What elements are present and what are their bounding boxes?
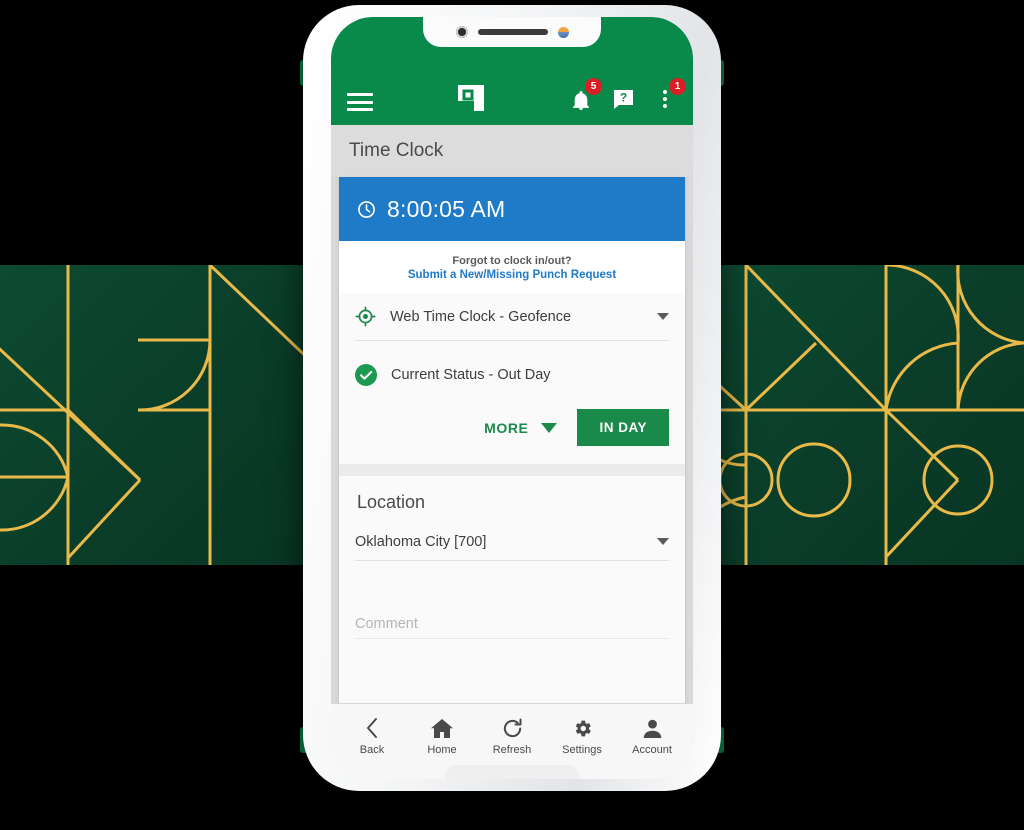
location-section-title: Location [357, 492, 426, 512]
refresh-icon [502, 717, 523, 739]
nav-refresh-label: Refresh [492, 744, 532, 756]
earpiece-speaker [477, 29, 548, 35]
home-indicator [445, 765, 579, 779]
screenshot-stage: 5 ? 1 Time Clock 8:00:05 AM Forgot to cl… [0, 0, 1024, 830]
nav-account-label: Account [632, 744, 672, 756]
settings-gear-icon [572, 717, 593, 739]
comment-placeholder: Comment [355, 616, 418, 632]
nav-home-label: Home [427, 744, 457, 756]
nav-refresh[interactable]: Refresh [481, 717, 543, 756]
proximity-sensor-icon [557, 26, 569, 38]
help-button[interactable]: ? [611, 87, 635, 111]
paycom-logo-icon [458, 85, 484, 111]
nav-back[interactable]: Back [341, 717, 403, 756]
location-value: Oklahoma City [700] [355, 533, 487, 550]
more-button-label: MORE [484, 419, 529, 436]
hamburger-menu-icon[interactable] [347, 93, 373, 111]
nav-back-label: Back [359, 744, 385, 756]
more-button[interactable]: MORE [478, 414, 563, 442]
chevron-down-icon [657, 538, 669, 545]
geofence-target-icon [355, 306, 376, 327]
current-time-banner: 8:00:05 AM [339, 177, 685, 241]
section-divider [339, 464, 685, 476]
missing-punch-block: Forgot to clock in/out? Submit a New/Mis… [339, 241, 685, 293]
nav-settings[interactable]: Settings [551, 717, 613, 756]
screen-body: Time Clock 8:00:05 AM Forgot to clock in… [331, 125, 693, 779]
notifications-badge: 5 [585, 78, 602, 95]
background-pattern-right [686, 265, 1024, 565]
clock-type-value: Web Time Clock - Geofence [390, 308, 572, 325]
background-pattern-left [0, 265, 338, 565]
missing-punch-link[interactable]: Submit a New/Missing Punch Request [349, 269, 675, 281]
card-content: Web Time Clock - Geofence Current Status… [339, 293, 685, 464]
appbar-actions: 5 ? 1 [569, 78, 686, 111]
overflow-menu-button[interactable]: 1 [653, 78, 686, 111]
phone-frame: 5 ? 1 Time Clock 8:00:05 AM Forgot to cl… [303, 5, 721, 791]
comment-field[interactable]: Comment [355, 561, 669, 639]
nav-account[interactable]: Account [621, 717, 683, 756]
current-status-text: Current Status - Out Day [391, 367, 551, 383]
check-circle-icon [355, 364, 377, 386]
overflow-badge: 1 [669, 78, 686, 95]
chevron-down-icon [657, 313, 669, 320]
notifications-button[interactable]: 5 [569, 78, 602, 111]
page-title: Time Clock [331, 125, 693, 177]
in-day-button[interactable]: IN DAY [577, 409, 669, 446]
nav-settings-label: Settings [562, 744, 602, 756]
location-section: Location Oklahoma City [700] Comment [339, 476, 685, 639]
home-icon [431, 717, 453, 739]
clock-type-select[interactable]: Web Time Clock - Geofence [355, 293, 669, 341]
chevron-down-icon [541, 422, 558, 433]
time-clock-card: 8:00:05 AM Forgot to clock in/out? Submi… [339, 177, 685, 715]
location-select[interactable]: Oklahoma City [700] [355, 523, 669, 561]
punch-actions: MORE IN DAY [355, 403, 669, 464]
clock-icon [358, 200, 375, 218]
svg-text:?: ? [619, 90, 626, 104]
account-person-icon [642, 717, 663, 739]
missing-punch-question: Forgot to clock in/out? [452, 255, 572, 267]
current-time-text: 8:00:05 AM [387, 195, 506, 222]
phone-screen: 5 ? 1 Time Clock 8:00:05 AM Forgot to cl… [331, 17, 693, 779]
phone-notch [423, 17, 601, 47]
current-status-row: Current Status - Out Day [355, 347, 669, 403]
nav-home[interactable]: Home [411, 717, 473, 756]
back-chevron-icon [364, 717, 381, 739]
kebab-menu-icon [663, 90, 667, 108]
front-camera-icon [455, 26, 468, 38]
